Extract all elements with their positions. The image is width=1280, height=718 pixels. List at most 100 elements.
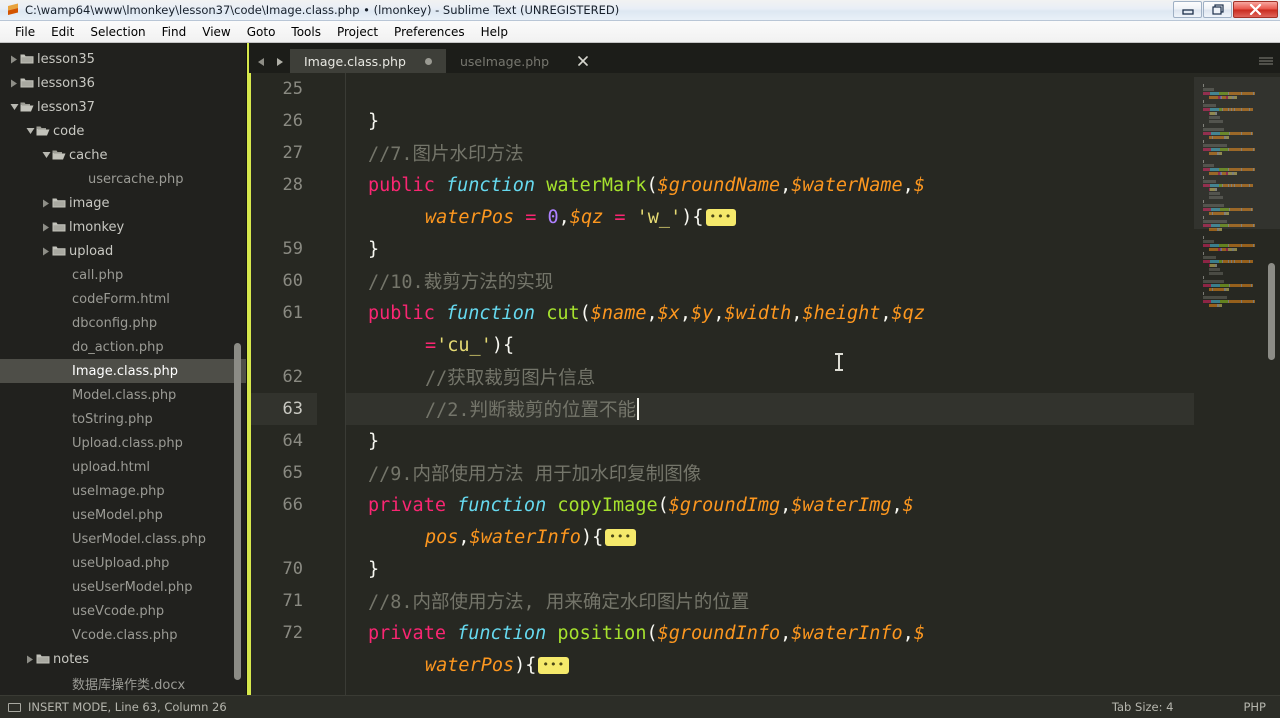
code-token: , (902, 174, 914, 196)
tree-folder-notes[interactable]: notes (0, 647, 249, 671)
tree-file-codeform-html[interactable]: codeForm.html (0, 287, 249, 311)
tab-useimage-php[interactable]: useImage.php (446, 49, 601, 73)
tab-size-label[interactable]: Tab Size: 4 (1112, 700, 1174, 714)
code-line[interactable]: //9.内部使用方法 用于加水印复制图像 (346, 457, 1194, 489)
tree-file-upload-class-php[interactable]: Upload.class.php (0, 431, 249, 455)
code-text-area[interactable]: } //7.图片水印方法 public function waterMark($gr… (346, 73, 1194, 695)
menu-view[interactable]: View (194, 23, 238, 41)
tree-folder-image[interactable]: image (0, 191, 249, 215)
tree-folder-lesson36[interactable]: lesson36 (0, 71, 249, 95)
editor-vertical-scrollbar[interactable] (1268, 263, 1275, 360)
tab-dirty-dot-icon[interactable] (420, 57, 436, 65)
code-line[interactable]: pos, $waterInfo){••• (346, 521, 1194, 553)
chevron-left-icon[interactable] (257, 57, 266, 67)
tree-file-vcode-class-php[interactable]: Vcode.class.php (0, 623, 249, 647)
code-token: } (368, 110, 380, 132)
tree-file-dbconfig-php[interactable]: dbconfig.php (0, 311, 249, 335)
menu-edit[interactable]: Edit (43, 23, 82, 41)
tree-file-usemodel-php[interactable]: useModel.php (0, 503, 249, 527)
code-line[interactable]: //10.裁剪方法的实现 (346, 265, 1194, 297)
line-number: 63 (249, 393, 317, 425)
chevron-right-icon[interactable] (8, 79, 20, 88)
chevron-down-icon[interactable] (40, 151, 52, 159)
sidebar-scrollbar[interactable] (234, 343, 241, 680)
menu-project[interactable]: Project (329, 23, 386, 41)
tree-file-useimage-php[interactable]: useImage.php (0, 479, 249, 503)
tab-bar: Image.class.php useImage.php (249, 43, 1280, 73)
menu-selection[interactable]: Selection (82, 23, 153, 41)
menu-find[interactable]: Find (154, 23, 195, 41)
menu-file[interactable]: File (7, 23, 43, 41)
code-line[interactable] (346, 73, 1194, 105)
chevron-right-icon[interactable] (24, 655, 36, 664)
minimize-button[interactable] (1173, 1, 1202, 18)
tree-file-call-php[interactable]: call.php (0, 263, 249, 287)
tree-folder-lesson37[interactable]: lesson37 (0, 95, 249, 119)
chevron-down-icon[interactable] (24, 127, 36, 135)
code-line[interactable]: //7.图片水印方法 (346, 137, 1194, 169)
syntax-mode-label[interactable]: PHP (1243, 700, 1266, 714)
tree-folder-upload[interactable]: upload (0, 239, 249, 263)
menu-preferences[interactable]: Preferences (386, 23, 473, 41)
close-button[interactable] (1233, 1, 1278, 18)
tree-folder-lesson35[interactable]: lesson35 (0, 47, 249, 71)
tree-folder-code[interactable]: code (0, 119, 249, 143)
menu-goto[interactable]: Goto (239, 23, 284, 41)
code-line[interactable]: waterPos = 0, $qz = 'w_'){••• (346, 201, 1194, 233)
close-icon[interactable] (575, 56, 591, 66)
code-fold-marker-icon[interactable]: ••• (705, 208, 737, 226)
code-line[interactable]: private function position($groundInfo, $w… (346, 617, 1194, 649)
tree-file-upload-html[interactable]: upload.html (0, 455, 249, 479)
chevron-right-icon[interactable] (40, 223, 52, 232)
code-line[interactable]: } (346, 425, 1194, 457)
code-line[interactable]: } (346, 105, 1194, 137)
tree-file-useupload-php[interactable]: useUpload.php (0, 551, 249, 575)
minimap[interactable] (1194, 73, 1280, 695)
menu-help[interactable]: Help (473, 23, 516, 41)
tree-file-do-action-php[interactable]: do_action.php (0, 335, 249, 359)
code-line[interactable]: waterPos){••• (346, 649, 1194, 681)
chevron-right-icon[interactable] (40, 247, 52, 256)
code-token: public (368, 302, 446, 324)
minimap-viewport[interactable] (1194, 77, 1280, 229)
restore-button[interactable] (1203, 1, 1232, 18)
line-number: 28 (282, 175, 303, 195)
chevron-right-icon[interactable] (275, 57, 284, 67)
code-line[interactable]: } (346, 233, 1194, 265)
code-line[interactable]: public function cut($name, $x, $y, $width, $… (346, 297, 1194, 329)
menu-tools[interactable]: Tools (283, 23, 329, 41)
fold-column[interactable] (317, 73, 346, 695)
minimap-line (1194, 240, 1280, 243)
code-line[interactable]: ='cu_'){ (346, 329, 1194, 361)
chevron-down-icon[interactable] (8, 103, 20, 111)
code-line[interactable]: private function copyImage($groundImg, $w… (346, 489, 1194, 521)
sidebar-file-tree[interactable]: lesson35 lesson36 lesson37 code cache usercac… (0, 43, 249, 695)
code-token: ){ (580, 526, 604, 548)
tree-folder-lmonkey[interactable]: lmonkey (0, 215, 249, 239)
tree-file-docx[interactable]: 数据库操作类.docx (0, 671, 249, 695)
chevron-right-icon[interactable] (8, 55, 20, 64)
tree-folder-cache[interactable]: cache (0, 143, 249, 167)
chevron-right-icon[interactable] (40, 199, 52, 208)
code-line[interactable]: //获取裁剪图片信息 (346, 361, 1194, 393)
tab-image-class-php[interactable]: Image.class.php (290, 49, 446, 73)
tree-file-image-class-php[interactable]: Image.class.php (0, 359, 249, 383)
tree-file-tostring-php[interactable]: toString.php (0, 407, 249, 431)
tree-item-label: usercache.php (88, 171, 184, 187)
code-token: $x (657, 302, 680, 324)
code-fold-marker-icon[interactable]: ••• (605, 528, 637, 546)
code-line[interactable]: //2.判断裁剪的位置不能 (346, 393, 1194, 425)
code-line[interactable]: public function waterMark($groundName, $w… (346, 169, 1194, 201)
folder-icon (36, 125, 53, 137)
tree-item-label: cache (69, 147, 108, 163)
tree-file-usevcode-php[interactable]: useVcode.php (0, 599, 249, 623)
tree-file-usermodel-class-php[interactable]: UserModel.class.php (0, 527, 249, 551)
tree-file-useusermodel-php[interactable]: useUserModel.php (0, 575, 249, 599)
code-line[interactable]: //8.内部使用方法, 用来确定水印图片的位置 (346, 585, 1194, 617)
code-line[interactable]: } (346, 553, 1194, 585)
minimap-line (1194, 236, 1280, 239)
tree-file-usercache-php[interactable]: usercache.php (0, 167, 249, 191)
tree-file-model-class-php[interactable]: Model.class.php (0, 383, 249, 407)
tab-overflow-menu-icon[interactable] (1258, 56, 1274, 66)
code-fold-marker-icon[interactable]: ••• (538, 656, 570, 674)
